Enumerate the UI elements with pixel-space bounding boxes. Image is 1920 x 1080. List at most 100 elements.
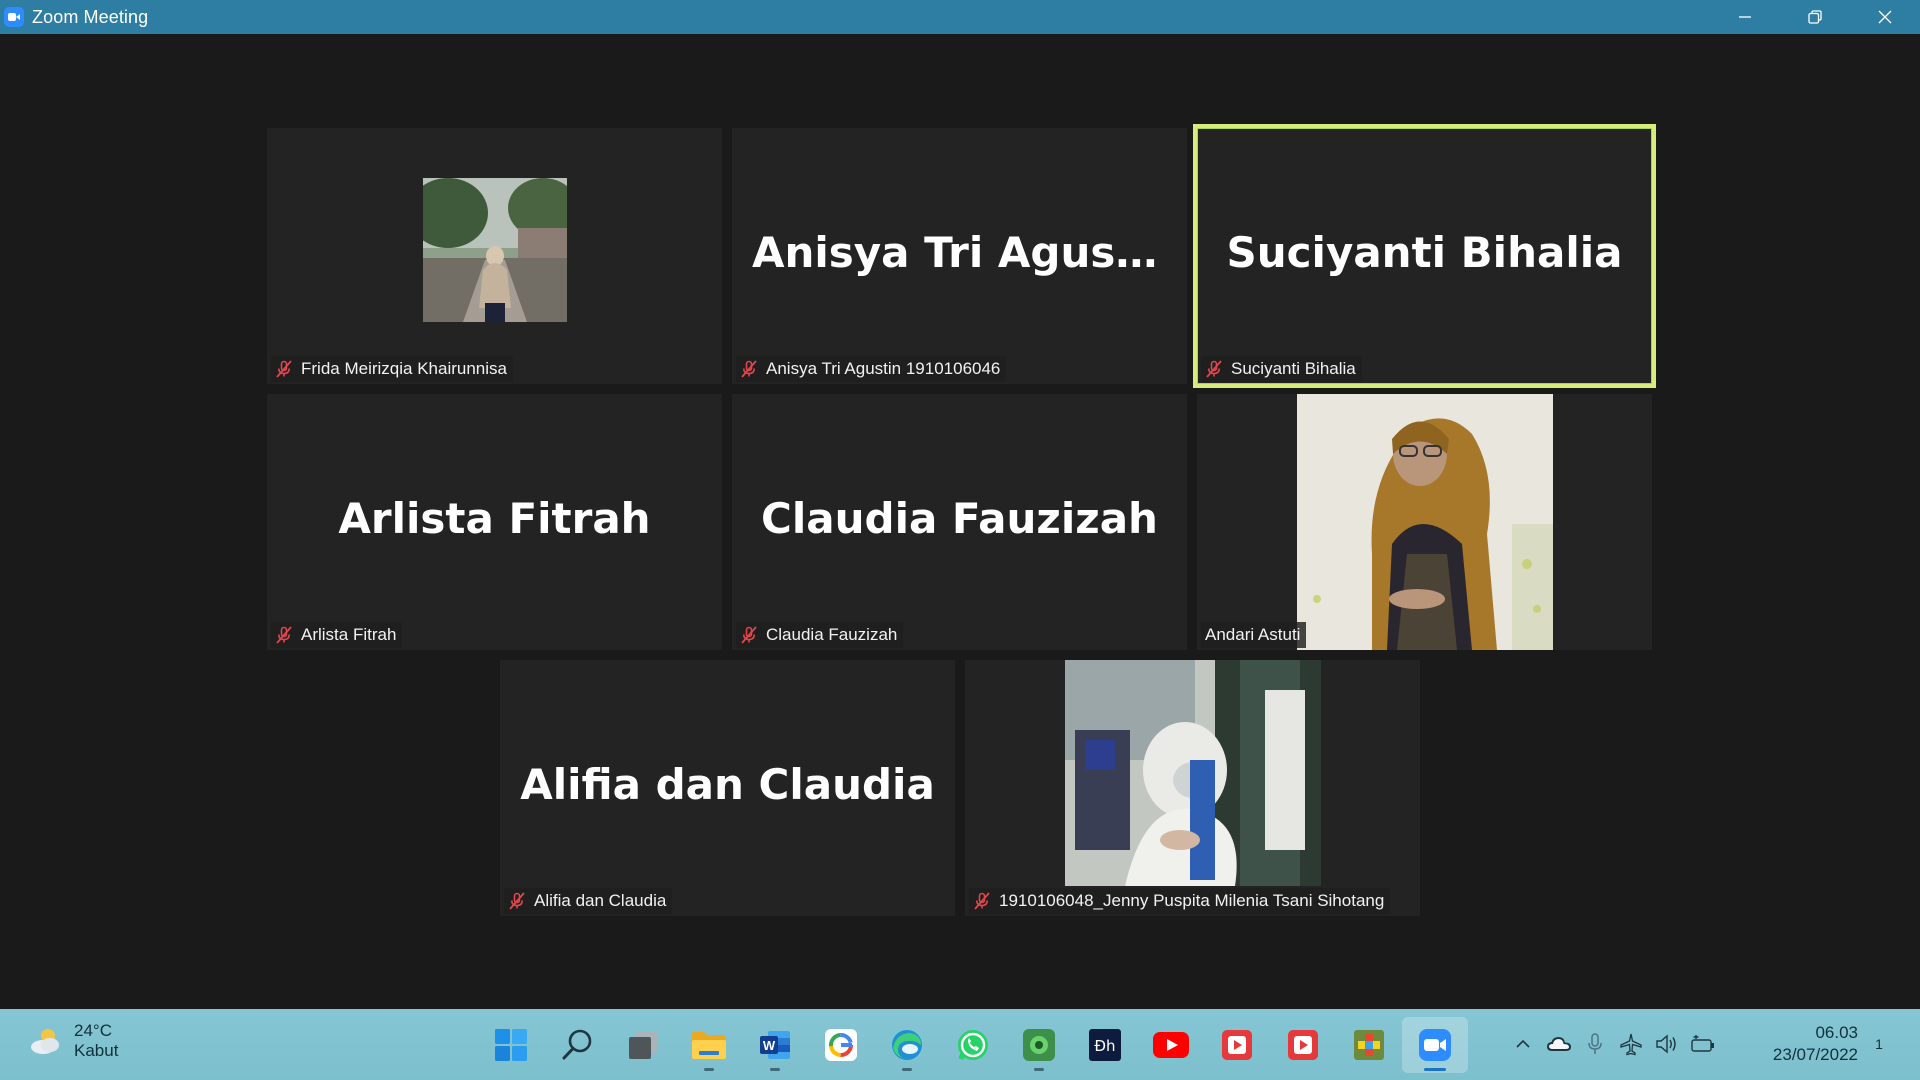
google-icon — [825, 1029, 857, 1061]
participant-name-tag: 1910106048_Jenny Puspita Milenia Tsani S… — [969, 888, 1391, 914]
participant-name-tag: Frida Meirizqia Khairunnisa — [271, 356, 513, 382]
partly-cloudy-icon — [31, 1029, 59, 1054]
battery-button[interactable] — [1685, 1026, 1721, 1062]
participant-name: Claudia Fauzizah — [766, 625, 898, 644]
participant-display-name: Suciyanti Bihalia — [1226, 228, 1623, 277]
mic-off-icon — [741, 626, 757, 644]
participant-name: Suciyanti Bihalia — [1231, 359, 1356, 378]
participant-display-name: Arlista Fitrah — [338, 494, 651, 543]
airplane-icon — [1620, 1033, 1642, 1056]
participant-name: Frida Meirizqia Khairunnisa — [301, 359, 507, 378]
word-icon: W — [760, 1031, 790, 1059]
youtube-button[interactable] — [1138, 1017, 1204, 1073]
participant-name-tag: Claudia Fauzizah — [736, 622, 904, 648]
search-icon — [562, 1029, 592, 1060]
participant-tile[interactable]: Andari Astuti — [1197, 394, 1652, 650]
taskbar: 24°C Kabut W Ðh 06.03 23/07/2022 1 — [0, 1009, 1920, 1080]
video-player-icon — [1222, 1030, 1252, 1060]
gallery-view: Frida Meirizqia Khairunnisa Anisya Tri A… — [0, 34, 1920, 1009]
edge-button[interactable] — [874, 1017, 940, 1073]
taskbar-apps: W Ðh — [478, 1017, 1468, 1073]
window-controls — [1710, 0, 1920, 34]
word-button[interactable]: W — [742, 1017, 808, 1073]
camera-video — [1297, 394, 1553, 650]
participant-name-tag: Arlista Fitrah — [271, 622, 403, 648]
task-view-button[interactable] — [610, 1017, 676, 1073]
window-titlebar[interactable]: Zoom Meeting — [0, 0, 1920, 34]
battery-icon — [1691, 1035, 1714, 1052]
participant-name-tag: Alifia dan Claudia — [504, 888, 673, 914]
video-player-2-icon — [1288, 1030, 1318, 1060]
search-button[interactable] — [544, 1017, 610, 1073]
volume-icon — [1656, 1034, 1676, 1054]
mic-off-icon — [1206, 360, 1222, 378]
participant-name-tag: Anisya Tri Agustin 1910106046 — [736, 356, 1007, 382]
cloud-icon — [1547, 1037, 1571, 1051]
clock-date: 23/07/2022 — [1772, 1045, 1858, 1064]
green-app-button[interactable] — [1006, 1017, 1072, 1073]
onedrive-button[interactable] — [1541, 1026, 1577, 1062]
participant-tile-active-speaker[interactable]: Suciyanti Bihalia Suciyanti Bihalia — [1193, 124, 1656, 388]
profile-photo — [423, 178, 567, 322]
zoom-button[interactable] — [1402, 1017, 1468, 1073]
mic-off-icon — [276, 626, 292, 644]
participant-name: Alifia dan Claudia — [534, 891, 667, 910]
window-title: Zoom Meeting — [32, 6, 149, 27]
microphone-icon — [1588, 1033, 1602, 1054]
start-icon — [495, 1029, 527, 1061]
microphone-button[interactable] — [1577, 1026, 1613, 1062]
puzzle-app-icon — [1354, 1030, 1384, 1060]
whatsapp-button[interactable] — [940, 1017, 1006, 1073]
participant-name-tag: Andari Astuti — [1201, 622, 1307, 648]
clock-time: 06.03 — [1815, 1023, 1858, 1042]
participant-tile[interactable]: Anisya Tri Agusti... Anisya Tri Agustin … — [732, 128, 1187, 384]
weather-condition: Kabut — [74, 1041, 119, 1060]
weather-widget[interactable]: 24°C Kabut — [28, 1021, 118, 1061]
dh-app-button[interactable]: Ðh — [1072, 1017, 1138, 1073]
participant-tile[interactable]: Alifia dan Claudia Alifia dan Claudia — [500, 660, 955, 916]
mic-off-icon — [974, 892, 990, 910]
participant-display-name: Anisya Tri Agusti... — [752, 228, 1187, 277]
dh-app-icon: Ðh — [1089, 1029, 1121, 1061]
mic-off-icon — [276, 360, 292, 378]
show-hidden-icons-button[interactable] — [1505, 1026, 1541, 1062]
participant-name-tag: Suciyanti Bihalia — [1201, 356, 1362, 382]
participant-tile[interactable]: Claudia Fauzizah Claudia Fauzizah — [732, 394, 1187, 650]
restore-button[interactable] — [1780, 0, 1850, 34]
system-tray — [1505, 1021, 1721, 1067]
close-button[interactable] — [1850, 0, 1920, 34]
minimize-icon — [1739, 16, 1751, 18]
svg-text:Ðh: Ðh — [1094, 1037, 1115, 1055]
participant-tile[interactable]: Frida Meirizqia Khairunnisa — [267, 128, 722, 384]
notification-count-badge[interactable]: 1 — [1868, 1033, 1890, 1055]
svg-text:W: W — [763, 1038, 776, 1053]
task-view-icon — [629, 1031, 657, 1059]
zoom-icon — [1419, 1029, 1451, 1061]
whatsapp-icon — [958, 1030, 988, 1060]
start-button[interactable] — [478, 1017, 544, 1073]
mic-off-icon — [509, 892, 525, 910]
restore-icon — [1808, 10, 1822, 24]
participant-name: Arlista Fitrah — [301, 625, 397, 644]
weather-temperature: 24°C — [74, 1021, 112, 1040]
participant-name: Anisya Tri Agustin 1910106046 — [766, 359, 1001, 378]
participant-name: Andari Astuti — [1205, 625, 1301, 644]
video-player-2-button[interactable] — [1270, 1017, 1336, 1073]
google-button[interactable] — [808, 1017, 874, 1073]
puzzle-app-button[interactable] — [1336, 1017, 1402, 1073]
participant-name: 1910106048_Jenny Puspita Milenia Tsani S… — [999, 891, 1385, 910]
volume-button[interactable] — [1649, 1026, 1685, 1062]
participant-tile[interactable]: Arlista Fitrah Arlista Fitrah — [267, 394, 722, 650]
video-player-button[interactable] — [1204, 1017, 1270, 1073]
airplane-mode-button[interactable] — [1613, 1026, 1649, 1062]
minimize-button[interactable] — [1710, 0, 1780, 34]
participant-display-name: Claudia Fauzizah — [761, 494, 1158, 543]
taskbar-clock[interactable]: 06.03 23/07/2022 — [1748, 1022, 1858, 1066]
file-explorer-icon — [692, 1032, 726, 1059]
close-icon — [1878, 10, 1892, 24]
participant-tile[interactable]: 1910106048_Jenny Puspita Milenia Tsani S… — [965, 660, 1420, 916]
edge-icon — [892, 1030, 922, 1060]
zoom-app-icon — [4, 7, 24, 27]
chevron-up-icon — [1516, 1039, 1530, 1048]
file-explorer-button[interactable] — [676, 1017, 742, 1073]
